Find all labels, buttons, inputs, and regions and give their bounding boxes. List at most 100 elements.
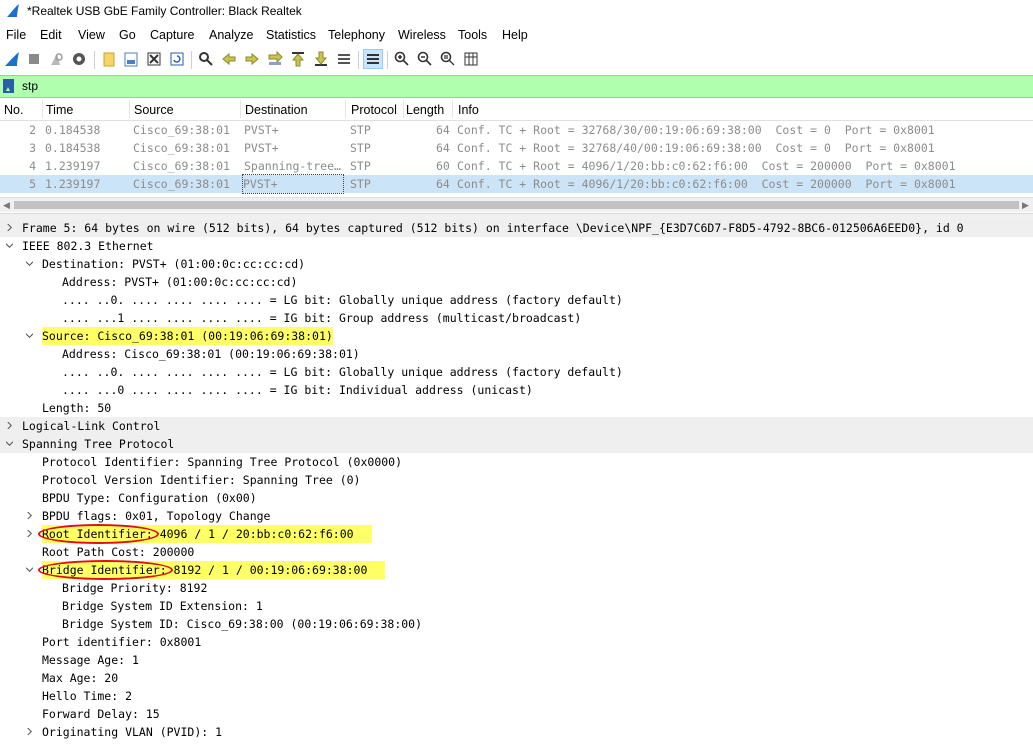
restart-icon[interactable] [47,50,65,68]
packet-row[interactable]: 4 1.239197 Cisco_69:38:01 Spanning-tree…… [0,157,1033,175]
menu-analyze[interactable]: Analyze [209,28,253,42]
menu-go[interactable]: Go [119,28,136,42]
column-source[interactable]: Source [130,100,241,118]
packet-time: 1.239197 [45,177,101,191]
packet-destination: Spanning-tree… [244,159,341,173]
menu-wireless[interactable]: Wireless [398,28,446,42]
horizontal-scrollbar[interactable]: ◀ ▶ [0,197,1033,212]
detail-row[interactable]: Protocol Version Identifier: Spanning Tr… [0,471,1033,489]
detail-row[interactable]: .... ..0. .... .... .... .... = LG bit: … [0,291,1033,309]
detail-row[interactable]: .... ...1 .... .... .... .... = IG bit: … [0,309,1033,327]
detail-row[interactable]: .... ..0. .... .... .... .... = LG bit: … [0,363,1033,381]
expanded-chevron-icon[interactable] [26,260,33,267]
back-arrow-icon[interactable] [220,50,238,68]
detail-row[interactable]: Originating VLAN (PVID): 1 [0,723,1033,741]
collapsed-chevron-icon[interactable] [6,224,13,231]
detail-row[interactable]: BPDU Type: Configuration (0x00) [0,489,1033,507]
packet-row[interactable]: 2 0.184538 Cisco_69:38:01 PVST+ STP 64 C… [0,121,1033,139]
options-gear-icon[interactable] [70,50,88,68]
scroll-right-arrow-icon[interactable]: ▶ [1022,200,1029,211]
expanded-chevron-icon[interactable] [6,242,13,249]
collapsed-chevron-icon[interactable] [26,530,33,537]
menu-file[interactable]: File [6,28,26,42]
forward-arrow-icon[interactable] [243,50,261,68]
first-packet-icon[interactable] [289,50,307,68]
detail-row-text: Source: Cisco_69:38:01 (00:19:06:69:38:0… [42,327,333,345]
detail-row[interactable]: Root Path Cost: 200000 [0,543,1033,561]
menu-help[interactable]: Help [502,28,528,42]
zoom-out-icon[interactable] [416,50,434,68]
column-protocol[interactable]: Protocol [347,100,404,118]
reload-icon[interactable] [168,50,186,68]
scrollbar-thumb[interactable] [14,201,1019,209]
menu-telephony[interactable]: Telephony [328,28,385,42]
column-info[interactable]: Info [454,100,1033,118]
detail-row[interactable]: Root Identifier: 4096 / 1 / 20:bb:c0:62:… [0,524,1033,544]
detail-row[interactable]: IEEE 802.3 Ethernet [0,237,1033,255]
save-file-icon[interactable] [122,50,140,68]
column-time[interactable]: Time [42,100,130,118]
detail-row[interactable]: Spanning Tree Protocol [0,435,1033,453]
display-filter-bar[interactable]: stp [0,75,1033,98]
goto-packet-icon[interactable] [266,50,284,68]
collapsed-chevron-icon[interactable] [26,728,33,735]
detail-row[interactable]: Protocol Identifier: Spanning Tree Proto… [0,453,1033,471]
detail-row[interactable]: Max Age: 20 [0,669,1033,687]
detail-row[interactable]: BPDU flags: 0x01, Topology Change [0,507,1033,525]
packet-no: 4 [29,159,36,173]
detail-row[interactable]: Bridge Identifier: 8192 / 1 / 00:19:06:6… [0,560,1033,580]
detail-row[interactable]: Forward Delay: 15 [0,705,1033,723]
detail-row[interactable]: Logical-Link Control [0,417,1033,435]
scroll-left-arrow-icon[interactable]: ◀ [3,200,10,211]
detail-row-text: BPDU Type: Configuration (0x00) [42,491,257,505]
shark-fin-icon[interactable] [3,50,21,68]
autoscroll-icon[interactable] [335,50,353,68]
menu-statistics[interactable]: Statistics [266,28,316,42]
detail-row[interactable]: Message Age: 1 [0,651,1033,669]
collapsed-chevron-icon[interactable] [26,512,33,519]
column-length[interactable]: Length [403,100,453,118]
bookmark-icon[interactable] [3,79,14,93]
display-filter-input[interactable]: stp [22,79,38,93]
last-packet-icon[interactable] [312,50,330,68]
zoom-in-icon[interactable] [393,50,411,68]
menu-capture[interactable]: Capture [150,28,194,42]
detail-row[interactable]: Destination: PVST+ (01:00:0c:cc:cc:cd) [0,255,1033,273]
detail-row[interactable]: Port identifier: 0x8001 [0,633,1033,651]
resize-columns-icon[interactable] [462,50,480,68]
expanded-chevron-icon[interactable] [26,566,33,573]
detail-row[interactable]: Frame 5: 64 bytes on wire (512 bits), 64… [0,219,1033,237]
packet-row[interactable]: 3 0.184538 Cisco_69:38:01 PVST+ STP 64 C… [0,139,1033,157]
packet-source: Cisco_69:38:01 [133,177,230,191]
detail-row[interactable]: Hello Time: 2 [0,687,1033,705]
detail-row[interactable]: Address: Cisco_69:38:01 (00:19:06:69:38:… [0,345,1033,363]
detail-row[interactable]: Bridge System ID Extension: 1 [0,597,1033,615]
find-icon[interactable] [197,50,215,68]
stop-icon[interactable] [25,50,43,68]
expanded-chevron-icon[interactable] [26,332,33,339]
menu-view[interactable]: View [78,28,105,42]
detail-row[interactable]: Address: PVST+ (01:00:0c:cc:cc:cd) [0,273,1033,291]
detail-row[interactable]: Length: 50 [0,399,1033,417]
close-file-icon[interactable] [145,50,163,68]
packet-no: 5 [29,177,36,191]
detail-row[interactable]: Bridge System ID: Cisco_69:38:00 (00:19:… [0,615,1033,633]
expanded-chevron-icon[interactable] [6,440,13,447]
colorize-icon[interactable] [363,49,383,69]
zoom-normal-icon[interactable] [439,50,457,68]
column-destination[interactable]: Destination [241,100,346,118]
menu-tools[interactable]: Tools [458,28,487,42]
main-toolbar [0,47,1033,73]
collapsed-chevron-icon[interactable] [6,422,13,429]
detail-row[interactable]: Bridge Priority: 8192 [0,579,1033,597]
packet-info: Conf. TC + Root = 4096/1/20:bb:c0:62:f6:… [457,159,956,173]
column-no[interactable]: No. [0,100,43,118]
detail-row-text: Protocol Version Identifier: Spanning Tr… [42,473,361,487]
menu-edit[interactable]: Edit [40,28,62,42]
detail-row[interactable]: Source: Cisco_69:38:01 (00:19:06:69:38:0… [0,327,1033,345]
detail-row-text: Destination: PVST+ (01:00:0c:cc:cc:cd) [42,257,306,271]
detail-row[interactable]: .... ...0 .... .... .... .... = IG bit: … [0,381,1033,399]
open-file-icon[interactable] [100,50,118,68]
packet-row-selected[interactable]: 5 1.239197 Cisco_69:38:01 PVST+ STP 64 C… [0,174,1033,194]
wireshark-fin-icon [7,4,19,17]
